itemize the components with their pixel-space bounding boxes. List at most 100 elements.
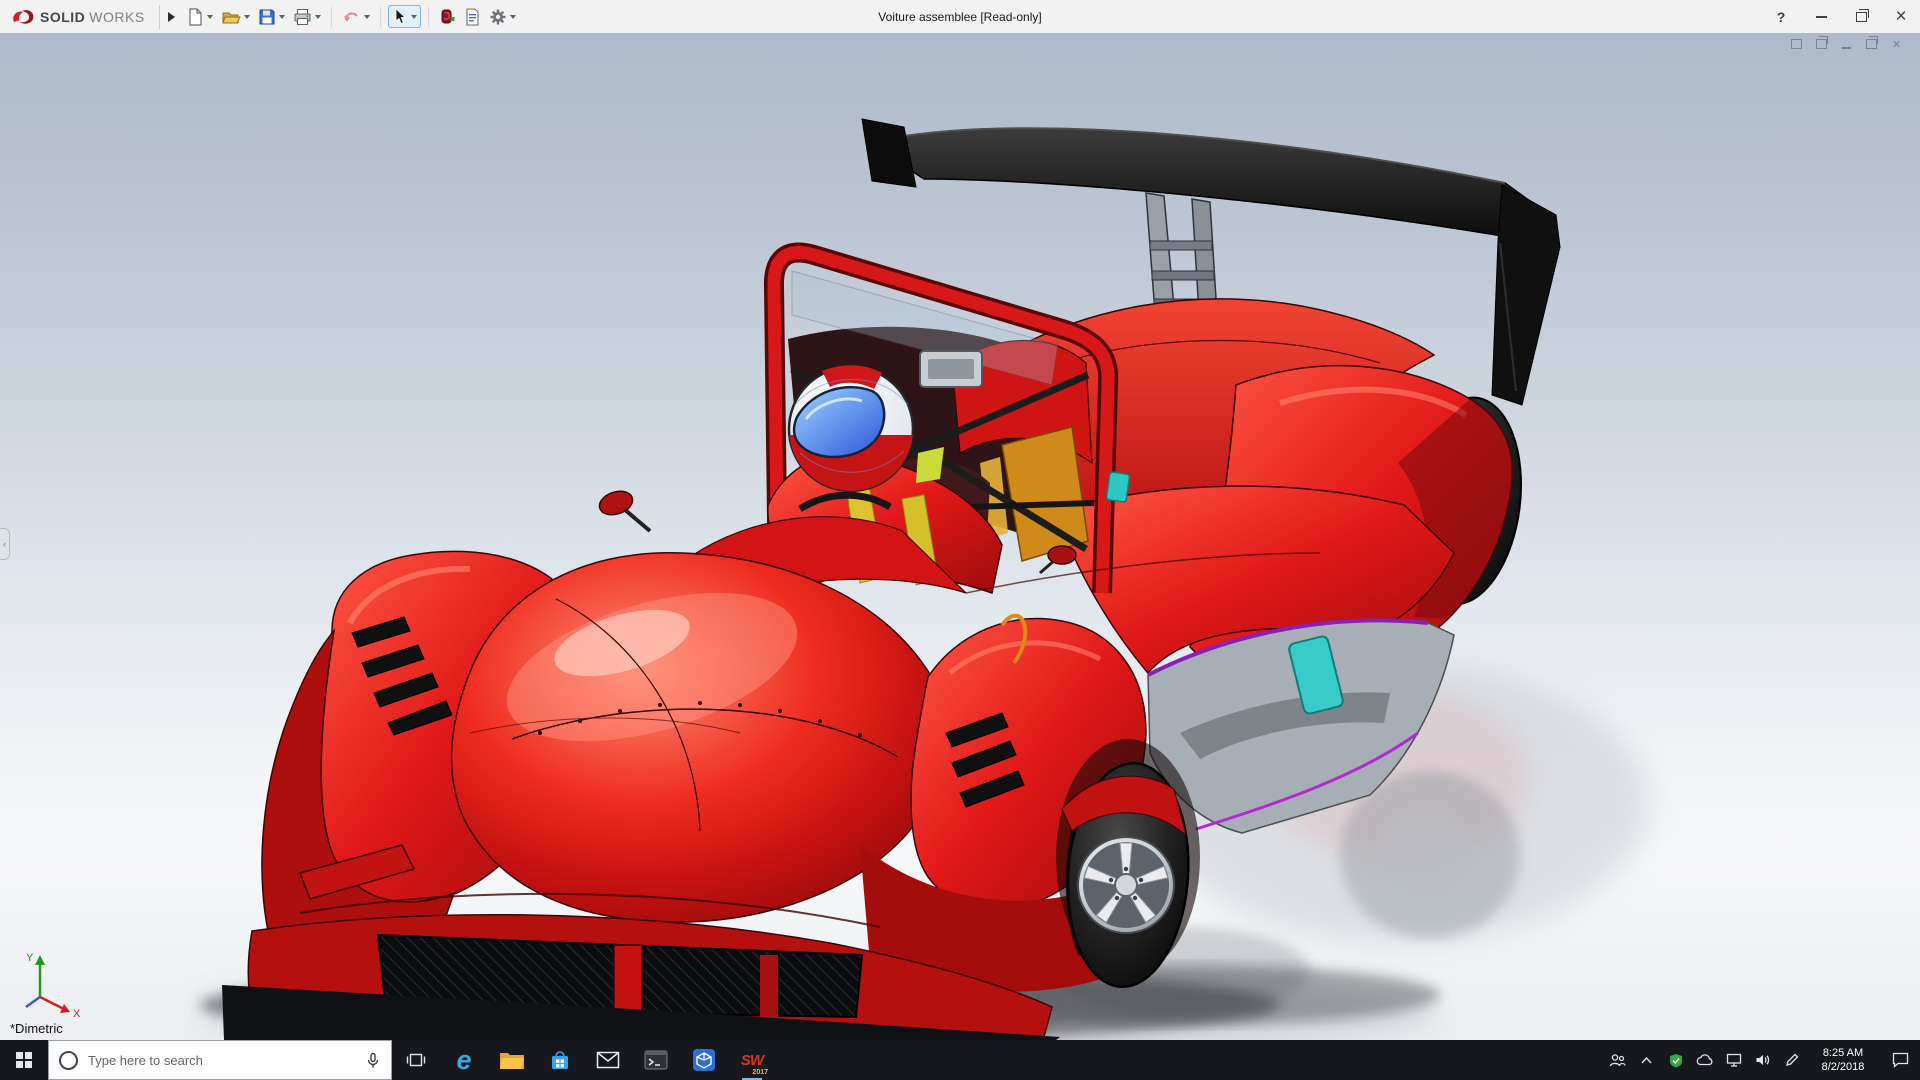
dropdown-caret-icon[interactable] xyxy=(279,15,285,19)
close-button[interactable]: × xyxy=(1888,5,1914,29)
graphics-area[interactable]: ✕ ‹ Y X *Dimetric xyxy=(0,33,1920,1040)
edge-icon: e xyxy=(456,1047,471,1074)
toolbar-expand-icon[interactable] xyxy=(168,12,175,22)
microphone-icon[interactable] xyxy=(365,1052,381,1069)
system-tray: 8:25 AM 8/2/2018 xyxy=(1603,1040,1920,1080)
onedrive-button[interactable] xyxy=(1690,1040,1719,1080)
taskbar-app-command-prompt[interactable] xyxy=(632,1040,680,1080)
taskbar-app-file-explorer[interactable] xyxy=(488,1040,536,1080)
search-box[interactable]: Type here to search xyxy=(48,1040,392,1080)
feature-pane-collapse-tab[interactable]: ‹ xyxy=(0,528,10,560)
title-bar: SOLIDWORKS xyxy=(0,0,1920,34)
print-button[interactable] xyxy=(290,6,324,28)
mail-icon xyxy=(596,1051,620,1069)
brand-works: WORKS xyxy=(89,9,144,25)
rebuild-button[interactable] xyxy=(436,6,459,27)
solidworks-logo: SOLIDWORKS xyxy=(0,8,153,26)
select-tool-button[interactable] xyxy=(388,5,421,28)
people-button[interactable] xyxy=(1603,1040,1632,1080)
dropdown-caret-icon[interactable] xyxy=(315,15,321,19)
dropdown-caret-icon[interactable] xyxy=(510,15,516,19)
open-folder-icon xyxy=(221,8,241,26)
dropdown-caret-icon[interactable] xyxy=(411,15,417,19)
undo-button[interactable] xyxy=(339,6,373,28)
divider xyxy=(159,5,160,29)
chevron-up-icon xyxy=(1640,1056,1653,1065)
taskbar: Type here to search e xyxy=(0,1040,1920,1080)
dropdown-caret-icon[interactable] xyxy=(364,15,370,19)
action-center-icon xyxy=(1892,1052,1909,1068)
taskbar-app-edrawings[interactable] xyxy=(680,1040,728,1080)
view-orientation-label: *Dimetric xyxy=(10,1021,63,1036)
x-axis-label: X xyxy=(73,1008,81,1019)
restore-icon xyxy=(1856,12,1867,22)
screen: SOLIDWORKS xyxy=(0,0,1920,1080)
options-button[interactable] xyxy=(486,6,519,28)
hidden-icons-button[interactable] xyxy=(1632,1040,1661,1080)
task-view-button[interactable] xyxy=(392,1040,440,1080)
dropdown-caret-icon[interactable] xyxy=(244,15,250,19)
start-button[interactable] xyxy=(0,1040,48,1080)
store-icon xyxy=(549,1049,571,1071)
clock-time: 8:25 AM xyxy=(1823,1046,1863,1060)
minimize-icon xyxy=(1816,16,1827,18)
network-button[interactable] xyxy=(1719,1040,1748,1080)
undo-icon xyxy=(342,8,361,26)
pen-icon xyxy=(1785,1053,1799,1067)
solidworks-year-badge: 2017 xyxy=(752,1069,768,1076)
save-button[interactable] xyxy=(255,6,288,28)
new-document-icon xyxy=(186,8,204,26)
defender-shield-icon xyxy=(1669,1053,1683,1068)
network-icon xyxy=(1726,1053,1742,1067)
taskbar-clock[interactable]: 8:25 AM 8/2/2018 xyxy=(1806,1040,1880,1080)
z-axis-icon xyxy=(26,997,40,1007)
speaker-icon xyxy=(1755,1053,1771,1067)
doc-minimize-icon[interactable] xyxy=(1839,37,1854,51)
solidworks-taskbar-icon: SW xyxy=(741,1052,763,1069)
divider xyxy=(380,7,381,27)
gear-icon xyxy=(489,8,507,26)
edrawings-icon xyxy=(692,1048,716,1072)
defender-button[interactable] xyxy=(1661,1040,1690,1080)
windows-logo-icon xyxy=(16,1052,32,1068)
divider xyxy=(428,7,429,27)
volume-button[interactable] xyxy=(1748,1040,1777,1080)
task-view-icon xyxy=(406,1051,426,1069)
doc-close-icon[interactable]: ✕ xyxy=(1889,37,1904,51)
file-properties-button[interactable] xyxy=(461,6,484,28)
doc-new-window-icon[interactable] xyxy=(1814,37,1829,51)
right-mirror xyxy=(1048,546,1076,564)
doc-restore-icon[interactable] xyxy=(1864,37,1879,51)
taskbar-app-solidworks[interactable]: SW 2017 xyxy=(728,1040,776,1080)
search-placeholder: Type here to search xyxy=(88,1053,355,1068)
ds-logo-icon xyxy=(10,8,36,26)
taskbar-app-mail[interactable] xyxy=(584,1040,632,1080)
help-button[interactable]: ? xyxy=(1768,5,1794,29)
action-center-button[interactable] xyxy=(1880,1040,1920,1080)
doc-cascade-icon[interactable] xyxy=(1789,37,1804,51)
clock-date: 8/2/2018 xyxy=(1822,1060,1865,1074)
minimize-button[interactable] xyxy=(1808,5,1834,29)
dropdown-caret-icon[interactable] xyxy=(207,15,213,19)
select-cursor-icon xyxy=(392,8,408,25)
taskbar-app-store[interactable] xyxy=(536,1040,584,1080)
print-icon xyxy=(293,8,312,26)
command-prompt-icon xyxy=(644,1050,668,1070)
car-model-render xyxy=(0,33,1920,1040)
cortana-icon xyxy=(59,1051,78,1070)
y-axis-arrow-icon xyxy=(35,955,45,965)
windows-ink-button[interactable] xyxy=(1777,1040,1806,1080)
open-button[interactable] xyxy=(218,6,253,28)
orientation-triad: Y X xyxy=(16,949,86,1024)
restore-button[interactable] xyxy=(1848,5,1874,29)
document-window-controls: ✕ xyxy=(1789,37,1904,51)
brand-solid: SOLID xyxy=(40,9,85,25)
save-icon xyxy=(258,8,276,26)
new-document-button[interactable] xyxy=(183,6,216,28)
taskbar-app-edge[interactable]: e xyxy=(440,1040,488,1080)
standard-toolbar xyxy=(183,5,519,28)
window-controls: ? × xyxy=(1768,0,1914,33)
rebuild-icon xyxy=(439,8,456,25)
file-properties-icon xyxy=(464,8,481,26)
people-icon xyxy=(1609,1053,1626,1067)
